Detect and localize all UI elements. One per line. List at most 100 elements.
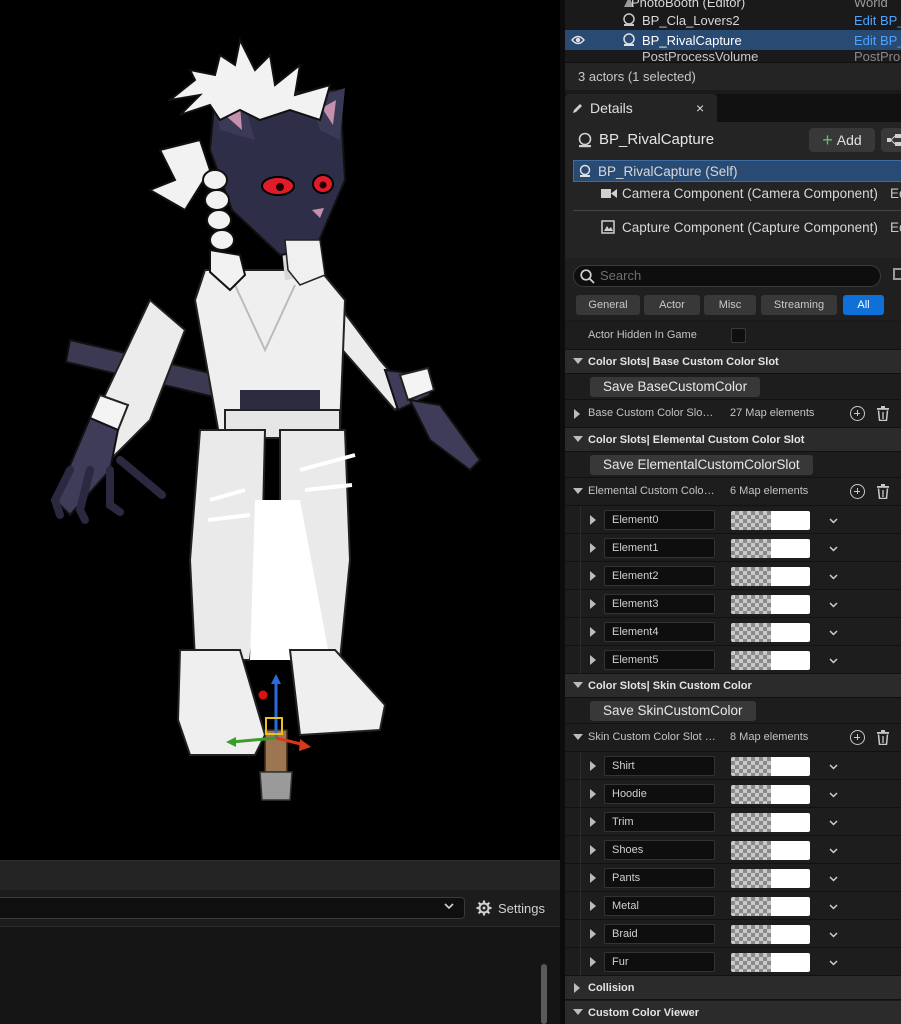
entry-key-field[interactable]: Shirt [604, 756, 715, 776]
color-swatch[interactable] [731, 925, 810, 944]
color-swatch[interactable] [731, 511, 810, 530]
chevron-down-icon[interactable] [829, 516, 838, 525]
base-map-row[interactable]: Base Custom Color Slot D... 27 Map eleme… [565, 400, 901, 428]
expand-arrow-icon[interactable] [590, 789, 596, 799]
save-elemental-color-button[interactable]: Save ElementalCustomColorSlot [590, 455, 813, 475]
entry-key-field[interactable]: Hoodie [604, 784, 715, 804]
outliner-row-cla-lovers[interactable]: BP_Cla_Lovers2 Edit BP_ [565, 10, 901, 30]
close-tab-icon[interactable]: × [696, 100, 704, 116]
expand-arrow-icon[interactable] [590, 929, 596, 939]
chevron-down-icon[interactable] [829, 846, 838, 855]
vertical-scrollbar[interactable] [541, 964, 547, 1024]
expand-arrow-icon[interactable] [590, 515, 596, 525]
color-swatch[interactable] [731, 595, 810, 614]
expand-arrow-icon[interactable] [590, 655, 596, 665]
color-swatch[interactable] [731, 539, 810, 558]
filter-streaming[interactable]: Streaming [761, 295, 837, 315]
outliner-row-postprocess[interactable]: PostProcessVolume PostProc [565, 49, 901, 62]
visibility-eye-icon[interactable] [571, 34, 585, 46]
color-swatch[interactable] [731, 623, 810, 642]
component-camera[interactable]: Camera Component (Camera Component) Ec [573, 183, 901, 205]
chevron-down-icon[interactable] [829, 874, 838, 883]
expand-arrow-icon[interactable] [590, 599, 596, 609]
property-matrix-icon[interactable] [893, 268, 901, 280]
chevron-down-icon[interactable] [829, 790, 838, 799]
save-skin-color-button[interactable]: Save SkinCustomColor [590, 701, 756, 721]
add-component-button[interactable]: + Add [809, 128, 875, 152]
entry-key-field[interactable]: Pants [604, 868, 715, 888]
chevron-down-icon[interactable] [829, 930, 838, 939]
blueprint-button[interactable] [881, 128, 901, 152]
edit-component-link[interactable]: Ec [890, 220, 901, 235]
entry-key-field[interactable]: Trim [604, 812, 715, 832]
color-swatch[interactable] [731, 953, 810, 972]
expand-arrow-icon[interactable] [590, 571, 596, 581]
expand-arrow-icon[interactable] [590, 761, 596, 771]
filter-misc[interactable]: Misc [704, 295, 756, 315]
outliner-row-rival-capture[interactable]: BP_RivalCapture Edit BP_ [565, 30, 901, 50]
actor-hidden-checkbox[interactable] [731, 328, 746, 343]
entry-key-field[interactable]: Element0 [604, 510, 715, 530]
level-viewport[interactable] [0, 0, 560, 860]
expand-arrow-icon[interactable] [590, 845, 596, 855]
add-element-icon[interactable] [850, 730, 865, 745]
chevron-down-icon[interactable] [829, 544, 838, 553]
chevron-down-icon[interactable] [829, 656, 838, 665]
filter-dropdown[interactable] [0, 897, 465, 919]
entry-key-field[interactable]: Element4 [604, 622, 715, 642]
category-elemental-color-slot[interactable]: Color Slots| Elemental Custom Color Slot [565, 428, 901, 452]
elemental-map-row[interactable]: Elemental Custom Color Sl... 6 Map eleme… [565, 478, 901, 506]
add-element-icon[interactable] [850, 484, 865, 499]
category-base-color-slot[interactable]: Color Slots| Base Custom Color Slot [565, 350, 901, 374]
settings-button[interactable]: Settings [476, 897, 545, 919]
filter-all[interactable]: All [843, 295, 884, 315]
entry-key-field[interactable]: Element2 [604, 566, 715, 586]
trash-icon[interactable] [876, 730, 890, 745]
category-collision[interactable]: Collision [565, 976, 901, 1000]
chevron-down-icon[interactable] [829, 762, 838, 771]
trash-icon[interactable] [876, 406, 890, 421]
filter-general[interactable]: General [576, 295, 640, 315]
chevron-down-icon[interactable] [829, 902, 838, 911]
chevron-down-icon[interactable] [829, 600, 838, 609]
expand-arrow-icon[interactable] [590, 873, 596, 883]
color-swatch[interactable] [731, 897, 810, 916]
chevron-down-icon[interactable] [829, 958, 838, 967]
color-swatch[interactable] [731, 757, 810, 776]
expand-arrow-icon[interactable] [590, 627, 596, 637]
entry-key-field[interactable]: Braid [604, 924, 715, 944]
color-swatch[interactable] [731, 567, 810, 586]
component-capture[interactable]: Capture Component (Capture Component) Ec [573, 217, 901, 239]
entry-key-field[interactable]: Element5 [604, 650, 715, 670]
expand-arrow-icon[interactable] [590, 901, 596, 911]
filter-actor[interactable]: Actor [644, 295, 700, 315]
expand-arrow-icon[interactable] [590, 543, 596, 553]
save-base-color-button[interactable]: Save BaseCustomColor [590, 377, 761, 397]
color-swatch[interactable] [731, 651, 810, 670]
expand-arrow-icon[interactable] [590, 957, 596, 967]
entry-key-field[interactable]: Element1 [604, 538, 715, 558]
details-search-input[interactable]: Search [573, 265, 881, 287]
edit-component-link[interactable]: Ec [890, 186, 901, 201]
skin-map-row[interactable]: Skin Custom Color Slot De... 8 Map eleme… [565, 724, 901, 752]
category-custom-color-viewer[interactable]: Custom Color Viewer [565, 1001, 901, 1024]
entry-key-field[interactable]: Fur [604, 952, 715, 972]
edit-blueprint-link[interactable]: Edit BP_ [854, 13, 901, 28]
entry-key-field[interactable]: Metal [604, 896, 715, 916]
chevron-down-icon[interactable] [829, 628, 838, 637]
trash-icon[interactable] [876, 484, 890, 499]
color-swatch[interactable] [731, 785, 810, 804]
component-self[interactable]: BP_RivalCapture (Self) [573, 160, 901, 182]
color-swatch[interactable] [731, 841, 810, 860]
tab-details[interactable]: Details × [565, 94, 717, 122]
add-element-icon[interactable] [850, 406, 865, 421]
color-swatch[interactable] [731, 869, 810, 888]
chevron-down-icon[interactable] [829, 818, 838, 827]
color-swatch[interactable] [731, 813, 810, 832]
expand-arrow-icon[interactable] [590, 817, 596, 827]
chevron-down-icon[interactable] [829, 572, 838, 581]
edit-blueprint-link[interactable]: Edit BP_ [854, 33, 901, 48]
category-skin-color[interactable]: Color Slots| Skin Custom Color [565, 674, 901, 698]
entry-key-field[interactable]: Element3 [604, 594, 715, 614]
entry-key-field[interactable]: Shoes [604, 840, 715, 860]
